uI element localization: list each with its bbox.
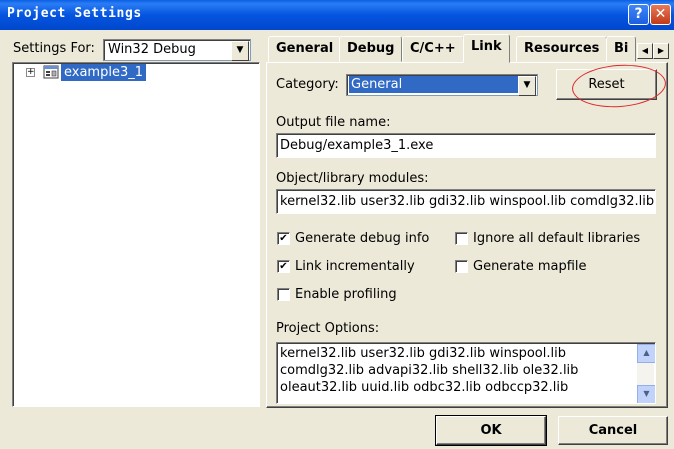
options-line: kernel32.lib user32.lib gdi32.lib winspo… bbox=[280, 346, 566, 361]
options-line: oleaut32.lib uuid.lib odbc32.lib odbccp3… bbox=[280, 380, 569, 395]
category-label: Category: bbox=[276, 77, 339, 92]
options-scrollbar[interactable]: ▲ ▼ bbox=[637, 344, 655, 403]
ignore-default-libraries-label: Ignore all default libraries bbox=[473, 231, 641, 246]
ignore-default-libraries-checkbox[interactable] bbox=[455, 232, 468, 245]
generate-mapfile-checkbox[interactable] bbox=[455, 260, 468, 273]
settings-for-dropdown[interactable]: Win32 Debug ▼ bbox=[103, 39, 251, 61]
close-button[interactable]: ✕ bbox=[650, 4, 671, 25]
chevron-down-icon[interactable]: ▼ bbox=[231, 41, 249, 61]
settings-for-value: Win32 Debug bbox=[108, 42, 196, 57]
tab-scroll-left-icon[interactable]: ◀ bbox=[637, 43, 653, 59]
modules-label: Object/library modules: bbox=[276, 171, 429, 186]
project-tree[interactable]: + example3_1 bbox=[12, 62, 260, 407]
modules-input[interactable]: kernel32.lib user32.lib gdi32.lib winspo… bbox=[276, 189, 656, 214]
output-file-input[interactable]: Debug/example3_1.exe bbox=[276, 133, 656, 158]
tab-browse-info[interactable]: Bi bbox=[606, 36, 636, 62]
enable-profiling-label: Enable profiling bbox=[295, 287, 397, 302]
tab-resources[interactable]: Resources bbox=[516, 36, 608, 62]
project-options-textarea[interactable]: kernel32.lib user32.lib gdi32.lib winspo… bbox=[276, 342, 656, 404]
generate-debug-info-label: Generate debug info bbox=[295, 231, 430, 246]
options-line: comdlg32.lib advapi32.lib shell32.lib ol… bbox=[280, 363, 579, 378]
settings-for-label: Settings For: bbox=[13, 41, 95, 56]
category-value: General bbox=[349, 76, 519, 93]
tab-link[interactable]: Link bbox=[463, 34, 510, 63]
chevron-down-icon[interactable]: ▼ bbox=[518, 76, 536, 96]
reset-button[interactable]: Reset bbox=[556, 69, 657, 100]
scroll-up-icon[interactable]: ▲ bbox=[637, 344, 655, 363]
project-icon bbox=[43, 65, 59, 79]
generate-mapfile-label: Generate mapfile bbox=[473, 259, 587, 274]
tab-cpp[interactable]: C/C++ bbox=[402, 36, 464, 62]
tab-scroll-right-icon[interactable]: ▶ bbox=[653, 43, 669, 59]
title-bar[interactable]: Project Settings ? ✕ bbox=[0, 0, 674, 30]
project-options-label: Project Options: bbox=[276, 321, 380, 336]
cancel-button[interactable]: Cancel bbox=[558, 416, 668, 445]
help-button[interactable]: ? bbox=[628, 4, 649, 25]
scroll-down-icon[interactable]: ▼ bbox=[637, 385, 655, 403]
tab-general[interactable]: General bbox=[268, 36, 342, 62]
tree-expand-icon[interactable]: + bbox=[26, 68, 35, 77]
category-dropdown[interactable]: General ▼ bbox=[346, 74, 538, 96]
tab-debug[interactable]: Debug bbox=[339, 36, 403, 62]
link-incrementally-checkbox[interactable]: ✔ bbox=[277, 260, 290, 273]
enable-profiling-checkbox[interactable] bbox=[277, 288, 290, 301]
tree-item-example3-1[interactable]: example3_1 bbox=[61, 64, 146, 81]
ok-button[interactable]: OK bbox=[435, 415, 547, 446]
link-incrementally-label: Link incrementally bbox=[295, 259, 415, 274]
generate-debug-info-checkbox[interactable]: ✔ bbox=[277, 232, 290, 245]
window-title: Project Settings bbox=[7, 6, 142, 21]
output-file-label: Output file name: bbox=[276, 115, 391, 130]
